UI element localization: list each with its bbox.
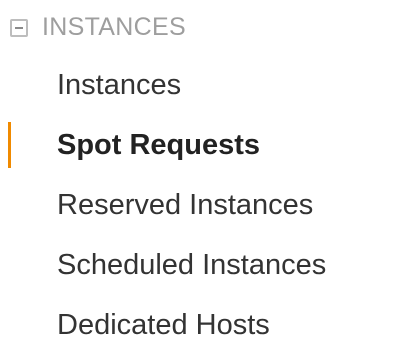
- nav-item-reserved-instances[interactable]: Reserved Instances: [0, 175, 394, 235]
- nav-item-label: Reserved Instances: [57, 188, 314, 221]
- nav-item-spot-requests[interactable]: Spot Requests: [0, 115, 394, 175]
- nav-item-instances[interactable]: Instances: [0, 55, 394, 115]
- nav-item-label: Scheduled Instances: [57, 248, 327, 281]
- nav-item-dedicated-hosts[interactable]: Dedicated Hosts: [0, 295, 394, 343]
- section-title: INSTANCES: [42, 12, 186, 41]
- nav-item-label: Spot Requests: [57, 128, 261, 161]
- sidebar-nav: INSTANCES Instances Spot Requests Reserv…: [0, 0, 394, 343]
- section-header-instances[interactable]: INSTANCES: [10, 10, 186, 44]
- nav-item-label: Dedicated Hosts: [57, 308, 270, 341]
- nav-list: Instances Spot Requests Reserved Instanc…: [0, 55, 394, 343]
- active-indicator: [8, 122, 11, 168]
- nav-item-label: Instances: [57, 68, 182, 101]
- collapse-minus-icon[interactable]: [10, 19, 28, 37]
- nav-item-scheduled-instances[interactable]: Scheduled Instances: [0, 235, 394, 295]
